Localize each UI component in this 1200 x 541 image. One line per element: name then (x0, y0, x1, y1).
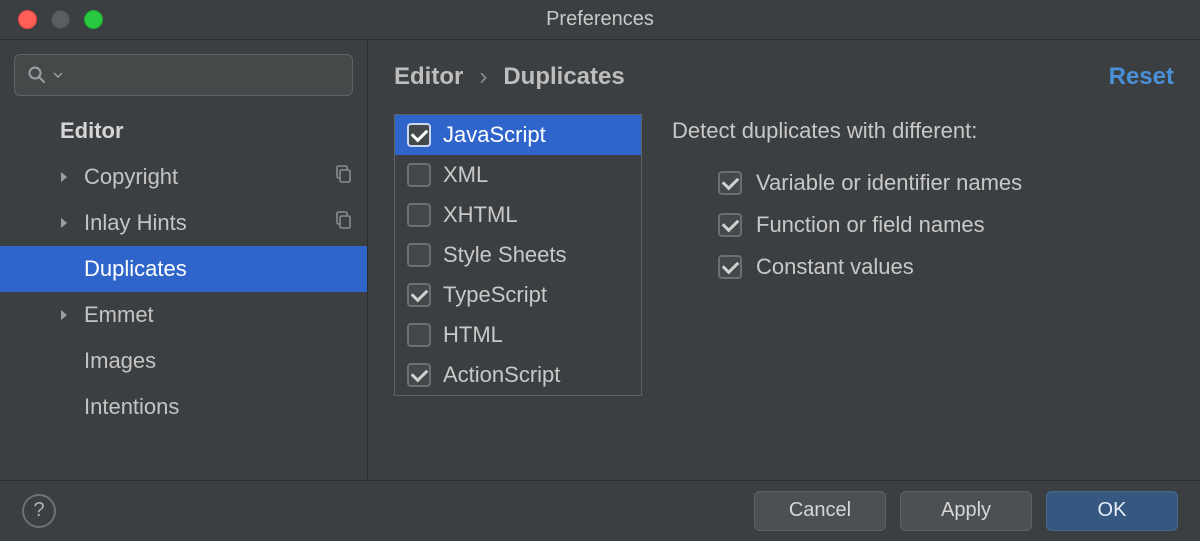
language-checkbox[interactable] (407, 163, 431, 187)
sidebar-item-intentions[interactable]: Intentions (0, 384, 367, 430)
option-row[interactable]: Function or field names (672, 204, 1174, 246)
breadcrumb-separator: › (479, 63, 487, 91)
titlebar: Preferences (0, 0, 1200, 40)
language-label: JavaScript (443, 122, 546, 148)
language-item-style-sheets[interactable]: Style Sheets (395, 235, 641, 275)
language-label: HTML (443, 322, 503, 348)
language-checkbox[interactable] (407, 283, 431, 307)
chevron-right-icon (58, 171, 74, 183)
sidebar-item-emmet[interactable]: Emmet (0, 292, 367, 338)
language-checkbox[interactable] (407, 243, 431, 267)
sidebar-item-label: Emmet (84, 302, 154, 328)
apply-button[interactable]: Apply (900, 491, 1032, 531)
search-input-wrapper[interactable] (14, 54, 353, 96)
language-item-typescript[interactable]: TypeScript (395, 275, 641, 315)
ok-button[interactable]: OK (1046, 491, 1178, 531)
search-input[interactable] (69, 65, 340, 86)
option-label: Constant values (756, 254, 914, 280)
window-title: Preferences (0, 8, 1200, 31)
sidebar-item-label: Inlay Hints (84, 210, 187, 236)
options-title: Detect duplicates with different: (672, 118, 1174, 144)
language-item-xml[interactable]: XML (395, 155, 641, 195)
cancel-button[interactable]: Cancel (754, 491, 886, 531)
sidebar-item-copyright[interactable]: Copyright (0, 154, 367, 200)
search-icon (27, 65, 47, 85)
option-checkbox[interactable] (718, 213, 742, 237)
duplicate-options: Detect duplicates with different: Variab… (672, 114, 1174, 396)
breadcrumb-leaf: Duplicates (503, 63, 624, 91)
sidebar-item-label: Duplicates (84, 256, 187, 282)
sidebar-item-duplicates[interactable]: Duplicates (0, 246, 367, 292)
option-checkbox[interactable] (718, 171, 742, 195)
main-panel: Editor › Duplicates Reset JavaScript XML X… (368, 40, 1200, 480)
language-label: Style Sheets (443, 242, 567, 268)
language-label: TypeScript (443, 282, 547, 308)
breadcrumb-row: Editor › Duplicates Reset (394, 54, 1174, 100)
reset-link[interactable]: Reset (1109, 63, 1174, 91)
sidebar-item-label: Copyright (84, 164, 178, 190)
language-label: ActionScript (443, 362, 560, 388)
option-checkbox[interactable] (718, 255, 742, 279)
bottom-bar: ? Cancel Apply OK (0, 480, 1200, 540)
language-checkbox[interactable] (407, 123, 431, 147)
window-close-button[interactable] (18, 10, 37, 29)
language-label: XHTML (443, 202, 518, 228)
help-button[interactable]: ? (22, 494, 56, 528)
option-row[interactable]: Variable or identifier names (672, 162, 1174, 204)
language-label: XML (443, 162, 488, 188)
breadcrumb-root[interactable]: Editor (394, 63, 463, 91)
option-label: Variable or identifier names (756, 170, 1022, 196)
copy-settings-icon[interactable] (333, 164, 353, 190)
language-item-actionscript[interactable]: ActionScript (395, 355, 641, 395)
language-item-xhtml[interactable]: XHTML (395, 195, 641, 235)
language-checkbox[interactable] (407, 203, 431, 227)
chevron-down-icon (53, 70, 63, 80)
breadcrumb: Editor › Duplicates (394, 63, 625, 91)
window-zoom-button[interactable] (84, 10, 103, 29)
option-label: Function or field names (756, 212, 985, 238)
sidebar-item-label: Images (84, 348, 156, 374)
chevron-right-icon (58, 309, 74, 321)
copy-settings-icon[interactable] (333, 210, 353, 236)
content: Editor Copyright Inlay Hints Duplicates Emm… (0, 40, 1200, 480)
language-item-html[interactable]: HTML (395, 315, 641, 355)
language-item-javascript[interactable]: JavaScript (395, 115, 641, 155)
sidebar-item-images[interactable]: Images (0, 338, 367, 384)
window-minimize-button[interactable] (51, 10, 70, 29)
sidebar: Editor Copyright Inlay Hints Duplicates Emm… (0, 40, 368, 480)
settings-tree: Editor Copyright Inlay Hints Duplicates Emm… (0, 106, 367, 430)
language-list[interactable]: JavaScript XML XHTML Style Sheets TypeScript… (394, 114, 642, 396)
language-checkbox[interactable] (407, 323, 431, 347)
sidebar-item-inlay-hints[interactable]: Inlay Hints (0, 200, 367, 246)
sidebar-item-label: Intentions (84, 394, 179, 420)
window-controls (0, 10, 103, 29)
language-checkbox[interactable] (407, 363, 431, 387)
tree-section-header: Editor (0, 108, 367, 154)
option-row[interactable]: Constant values (672, 246, 1174, 288)
chevron-right-icon (58, 217, 74, 229)
